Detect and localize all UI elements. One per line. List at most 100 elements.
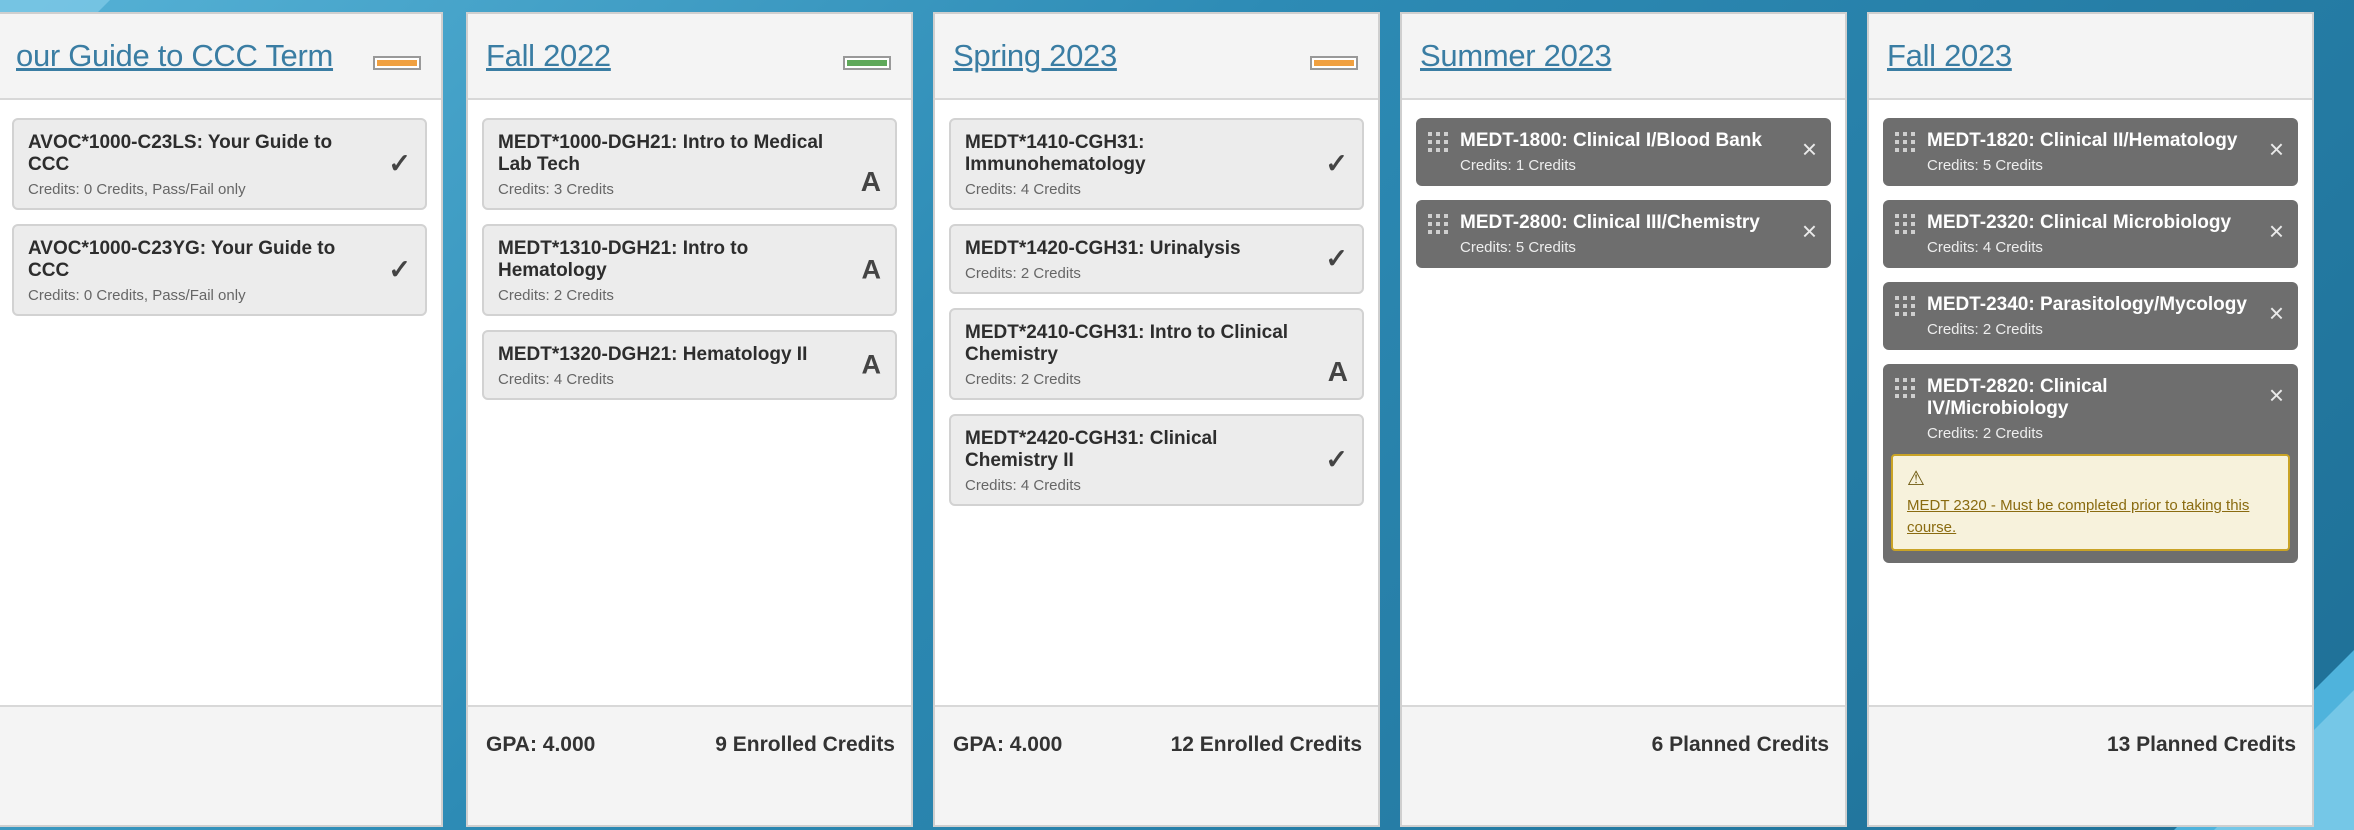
course-title: MEDT*1420-CGH31: Urinalysis: [965, 238, 1241, 259]
course-list: MEDT-1820: Clinical II/Hematology Credit…: [1869, 100, 2312, 707]
course-credits: Credits: 2 Credits: [965, 371, 1081, 388]
course-credits: Credits: 2 Credits: [1927, 425, 2043, 442]
completed-check-icon: ✓: [1325, 148, 1348, 179]
term-footer: [0, 705, 441, 825]
course-title: MEDT-1800: Clinical I/Blood Bank: [1460, 130, 1762, 151]
course-credits: Credits: 4 Credits: [1927, 239, 2043, 256]
planned-course-card[interactable]: MEDT-1800: Clinical I/Blood Bank Credits…: [1416, 118, 1831, 186]
drag-handle-icon[interactable]: [1428, 132, 1450, 160]
remove-course-close-icon[interactable]: ×: [2269, 134, 2284, 165]
course-card[interactable]: MEDT*1310-DGH21: Intro to Hematology Cre…: [482, 224, 897, 316]
term-title-link[interactable]: Summer 2023: [1420, 38, 1612, 74]
course-list: AVOC*1000-C23LS: Your Guide to CCC Credi…: [0, 100, 441, 707]
course-title: MEDT-2800: Clinical III/Chemistry: [1460, 212, 1760, 233]
term-title-link[interactable]: Fall 2022: [486, 38, 611, 74]
course-grade: A: [861, 349, 882, 380]
course-credits: Credits: 2 Credits: [965, 265, 1081, 282]
course-title: MEDT*1310-DGH21: Intro to Hematology: [498, 238, 749, 281]
course-credits: Credits: 4 Credits: [498, 371, 614, 388]
course-card[interactable]: MEDT*2410-CGH31: Intro to Clinical Chemi…: [949, 308, 1364, 400]
course-credits: Credits: 5 Credits: [1927, 157, 2043, 174]
drag-handle-icon[interactable]: [1895, 132, 1917, 160]
remove-course-close-icon[interactable]: ×: [2269, 216, 2284, 247]
course-credits: Credits: 0 Credits, Pass/Fail only: [28, 181, 246, 198]
course-title: MEDT-2320: Clinical Microbiology: [1927, 212, 2232, 233]
course-grade: A: [1327, 356, 1348, 387]
course-credits: Credits: 4 Credits: [965, 181, 1081, 198]
course-credits: Credits: 4 Credits: [965, 477, 1081, 494]
course-title: MEDT-2340: Parasitology/Mycology: [1927, 294, 2247, 315]
term-gpa: GPA: 4.000: [953, 733, 1063, 756]
remove-course-close-icon[interactable]: ×: [1802, 134, 1817, 165]
term-status-indicator: [843, 56, 891, 70]
planned-course-card[interactable]: MEDT-2800: Clinical III/Chemistry Credit…: [1416, 200, 1831, 268]
completed-check-icon: ✓: [388, 254, 411, 285]
course-card[interactable]: MEDT*1410-CGH31: Immunohematology Credit…: [949, 118, 1364, 210]
term-column-fall-2023: Fall 2023 MEDT-1820: Clinical II/Hematol…: [1867, 12, 2314, 827]
course-list: MEDT*1000-DGH21: Intro to Medical Lab Te…: [468, 100, 911, 707]
planned-course-card[interactable]: MEDT-2320: Clinical Microbiology Credits…: [1883, 200, 2298, 268]
completed-check-icon: ✓: [1325, 243, 1348, 274]
course-credits: Credits: 2 Credits: [1927, 321, 2043, 338]
course-card[interactable]: MEDT*1420-CGH31: Urinalysis Credits: 2 C…: [949, 224, 1364, 294]
drag-handle-icon[interactable]: [1895, 296, 1917, 324]
term-credit-total: 6 Planned Credits: [1651, 733, 1829, 756]
remove-course-close-icon[interactable]: ×: [1802, 216, 1817, 247]
course-title: MEDT*2410-CGH31: Intro to Clinical Chemi…: [965, 322, 1289, 365]
course-card[interactable]: MEDT*1320-DGH21: Hematology II Credits: …: [482, 330, 897, 400]
course-grade: A: [861, 254, 882, 285]
term-header: Fall 2023: [1869, 14, 2312, 100]
term-column-fall-2022: Fall 2022 MEDT*1000-DGH21: Intro to Medi…: [466, 12, 913, 827]
course-credits: Credits: 5 Credits: [1460, 239, 1576, 256]
course-grade: A: [860, 166, 881, 197]
term-status-indicator: [373, 56, 421, 70]
warning-icon: ⚠: [1907, 468, 1925, 490]
term-column-summer-2023: Summer 2023 MEDT-1800: Clinical I/Blood …: [1400, 12, 1847, 827]
planned-course-card[interactable]: MEDT-2340: Parasitology/Mycology Credits…: [1883, 282, 2298, 350]
remove-course-close-icon[interactable]: ×: [2269, 380, 2284, 411]
course-title: MEDT-2820: Clinical IV/Microbiology: [1927, 376, 2108, 419]
term-header: Fall 2022: [468, 14, 911, 100]
planned-course-card[interactable]: MEDT-1820: Clinical II/Hematology Credit…: [1883, 118, 2298, 186]
course-card[interactable]: AVOC*1000-C23LS: Your Guide to CCC Credi…: [12, 118, 427, 210]
term-gpa: GPA: 4.000: [486, 733, 596, 756]
term-title-link[interactable]: Spring 2023: [953, 38, 1117, 74]
course-title: AVOC*1000-C23YG: Your Guide to CCC: [28, 238, 336, 281]
drag-handle-icon[interactable]: [1895, 214, 1917, 242]
completed-check-icon: ✓: [388, 148, 411, 179]
term-credit-total: 13 Planned Credits: [2106, 733, 2296, 756]
drag-handle-icon[interactable]: [1895, 378, 1917, 406]
term-column-spring-2023: Spring 2023 MEDT*1410-CGH31: Immunohemat…: [933, 12, 1380, 827]
course-title: MEDT*2420-CGH31: Clinical Chemistry II: [965, 428, 1218, 471]
term-credit-total: 9 Enrolled Credits: [715, 733, 895, 756]
term-title-link[interactable]: Fall 2023: [1887, 38, 2012, 74]
term-planner-board: our Guide to CCC Term AVOC*1000-C23LS: Y…: [0, 12, 2338, 827]
course-list: MEDT*1410-CGH31: Immunohematology Credit…: [935, 100, 1378, 707]
term-status-indicator: [1310, 56, 1358, 70]
term-header: Summer 2023: [1402, 14, 1845, 100]
completed-check-icon: ✓: [1325, 444, 1348, 475]
term-header: our Guide to CCC Term: [0, 14, 441, 100]
term-column-guide: our Guide to CCC Term AVOC*1000-C23LS: Y…: [0, 12, 443, 827]
course-card[interactable]: MEDT*2420-CGH31: Clinical Chemistry II C…: [949, 414, 1364, 506]
course-list: MEDT-1800: Clinical I/Blood Bank Credits…: [1402, 100, 1845, 707]
term-footer: 13 Planned Credits: [1869, 705, 2312, 825]
prerequisite-warning: ⚠ MEDT 2320 - Must be completed prior to…: [1891, 454, 2290, 551]
remove-course-close-icon[interactable]: ×: [2269, 298, 2284, 329]
course-title: MEDT-1820: Clinical II/Hematology: [1927, 130, 2238, 151]
course-title: MEDT*1000-DGH21: Intro to Medical Lab Te…: [498, 132, 824, 175]
drag-handle-icon[interactable]: [1428, 214, 1450, 242]
term-footer: GPA: 4.000 9 Enrolled Credits: [468, 705, 911, 825]
course-title: MEDT*1410-CGH31: Immunohematology: [965, 132, 1146, 175]
term-title-link[interactable]: our Guide to CCC Term: [16, 38, 333, 74]
course-credits: Credits: 0 Credits, Pass/Fail only: [28, 287, 246, 304]
planned-course-card[interactable]: MEDT-2820: Clinical IV/Microbiology Cred…: [1883, 364, 2298, 563]
course-credits: Credits: 1 Credits: [1460, 157, 1576, 174]
course-title: MEDT*1320-DGH21: Hematology II: [498, 344, 808, 365]
course-title: AVOC*1000-C23LS: Your Guide to CCC: [28, 132, 333, 175]
course-credits: Credits: 3 Credits: [498, 181, 614, 198]
course-card[interactable]: MEDT*1000-DGH21: Intro to Medical Lab Te…: [482, 118, 897, 210]
course-card[interactable]: AVOC*1000-C23YG: Your Guide to CCC Credi…: [12, 224, 427, 316]
term-header: Spring 2023: [935, 14, 1378, 100]
prerequisite-warning-link[interactable]: MEDT 2320 - Must be completed prior to t…: [1907, 495, 2274, 539]
